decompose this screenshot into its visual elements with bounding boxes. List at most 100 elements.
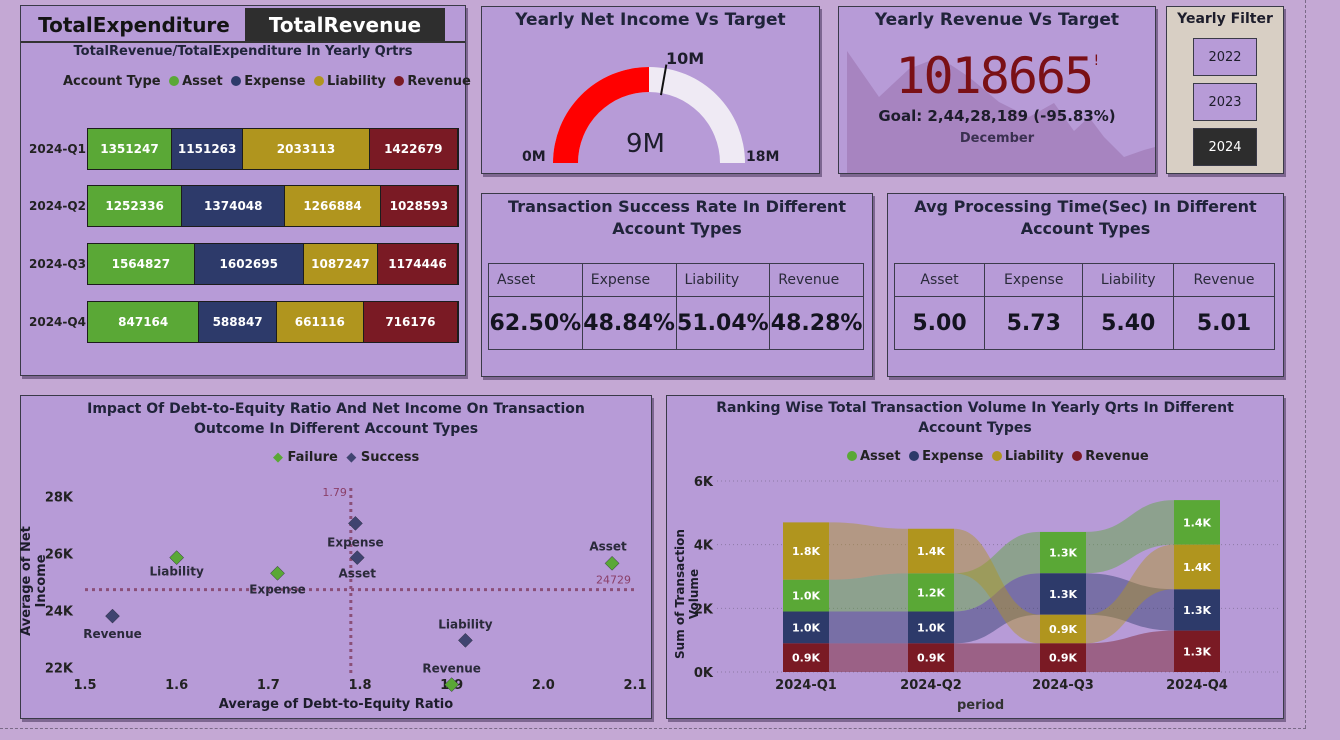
scatter-y-tick: 26K xyxy=(45,547,74,562)
revenue-kpi-goal: Goal: 2,44,28,189 (-95.83%) xyxy=(878,107,1116,125)
scatter-point-label: Expense xyxy=(327,535,384,549)
processing-value-revenue: 5.01 xyxy=(1173,296,1275,350)
year-2024-button[interactable]: 2024 xyxy=(1193,128,1257,166)
qtr-bar-segment-expense[interactable]: 588847 xyxy=(199,302,277,342)
debt-equity-scatter-card: Impact Of Debt-to-Equity Ratio And Net I… xyxy=(19,395,652,719)
year-2023-button[interactable]: 2023 xyxy=(1193,83,1257,121)
scatter-point-label: Expense xyxy=(249,582,306,596)
ribbon-data-label: 1.2K xyxy=(917,586,945,599)
qtr-bar-segment-liability[interactable]: 1087247 xyxy=(303,244,378,284)
ribbon-data-label: 1.3K xyxy=(1049,588,1077,601)
revenue-kpi-status-icon: ! xyxy=(1092,53,1101,69)
qtr-bar-segment-revenue[interactable]: 1174446 xyxy=(377,244,458,284)
qtr-chart-legend: Account Type Asset Expense Liability Rev… xyxy=(63,74,471,89)
processing-header-asset: Asset xyxy=(893,263,986,297)
scatter-point-failure[interactable] xyxy=(169,550,185,565)
qtr-bar-segment-revenue[interactable]: 1028593 xyxy=(380,186,458,226)
qtr-row-label: 2024-Q3 xyxy=(29,257,86,271)
qtr-bar-segment-asset[interactable]: 1252336 xyxy=(88,186,183,226)
qtr-bar-segment-revenue[interactable]: 1422679 xyxy=(369,129,458,169)
gauge-max-label: 18M xyxy=(746,149,780,165)
scatter-x-tick: 2.1 xyxy=(623,678,646,693)
ribbon-y-axis-label: Sum of Transaction Volume xyxy=(673,529,701,659)
ribbon-data-label: 0.9K xyxy=(792,652,820,665)
scatter-y-tick: 22K xyxy=(45,661,74,676)
revenue-kpi-month: December xyxy=(959,131,1035,146)
ribbon-connectors xyxy=(829,500,1174,672)
ribbon-x-tick: 2024-Q4 xyxy=(1166,678,1228,693)
processing-value-expense: 5.73 xyxy=(984,296,1084,350)
qtr-bar-segment-revenue[interactable]: 716176 xyxy=(363,302,458,342)
qtr-stacked-bar: 1252336 1374048 1266884 1028593 xyxy=(87,185,459,227)
tab-total-revenue[interactable]: TotalRevenue xyxy=(245,8,445,42)
ribbon-x-tick: 2024-Q2 xyxy=(900,678,962,693)
processing-time-card: Avg Processing Time(Sec) In Different Ac… xyxy=(887,193,1284,377)
scatter-x-tick: 1.8 xyxy=(348,678,371,693)
success-rate-card: Transaction Success Rate In Different Ac… xyxy=(481,193,873,377)
legend-dot-liability xyxy=(313,76,324,86)
year-2022-button[interactable]: 2022 xyxy=(1193,38,1257,76)
qtr-stacked-bar: 1351247 1151263 2033113 1422679 xyxy=(87,128,459,170)
success-value-liability: 51.04% xyxy=(675,296,771,350)
ribbon-data-label: 1.3K xyxy=(1183,645,1211,658)
ribbon-data-label: 1.0K xyxy=(792,590,820,603)
scatter-x-tick: 1.5 xyxy=(73,678,96,693)
legend-dot-asset xyxy=(169,76,180,86)
scatter-x-tick: 1.6 xyxy=(165,678,188,693)
ribbon-data-label: 1.4K xyxy=(1183,516,1211,529)
qtr-row-label: 2024-Q1 xyxy=(29,142,86,156)
scatter-point-label: Revenue xyxy=(83,627,142,641)
revenue-kpi-number: 1018665 xyxy=(895,47,1094,105)
scatter-point-success[interactable] xyxy=(458,633,473,648)
success-value-asset: 62.50% xyxy=(488,296,583,350)
ribbon-data-label: 1.4K xyxy=(917,545,945,558)
scatter-point-failure[interactable] xyxy=(270,565,285,581)
success-header-liability: Liability xyxy=(675,263,771,297)
net-income-gauge-card: Yearly Net Income Vs Target 10M 9M 0M 18… xyxy=(481,6,820,174)
tab-total-expenditure[interactable]: TotalExpenditure xyxy=(23,8,245,42)
ribbon-data-label: 1.8K xyxy=(792,545,820,558)
scatter-plot: 22K24K26K28K1.51.61.71.81.92.02.11.79247… xyxy=(45,486,647,693)
ribbon-flow-expense xyxy=(829,611,908,644)
page-border-right xyxy=(1305,0,1306,728)
scatter-point-success[interactable] xyxy=(105,608,120,624)
processing-header-revenue: Revenue xyxy=(1173,263,1275,297)
ribbon-chart: 0K2K4K6K1.0K 1.2K1.3K1.4K1.0K 1.0K1.3K1.3K… xyxy=(694,475,1279,693)
legend-dot-expense xyxy=(231,76,242,86)
transaction-volume-ribbon-card: Ranking Wise Total Transaction Volume In… xyxy=(666,395,1284,719)
scatter-x-axis-label: Average of Debt-to-Equity Ratio xyxy=(218,697,454,712)
ribbon-data-label: 1.3K xyxy=(1183,604,1211,617)
revenue-kpi-card: Yearly Revenue Vs Target 1018665! Goal: … xyxy=(838,6,1156,174)
qtr-bar-segment-expense[interactable]: 1374048 xyxy=(182,186,286,226)
qtr-bar-segment-liability[interactable]: 661116 xyxy=(276,302,364,342)
qtr-bar-segment-asset[interactable]: 1351247 xyxy=(88,129,172,169)
gauge-target-label: 10M xyxy=(666,49,705,68)
qtr-revenue-card: TotalExpenditure TotalRevenue TotalReven… xyxy=(20,5,471,376)
qtr-bar-segment-liability[interactable]: 2033113 xyxy=(243,129,370,169)
ribbon-data-label: 0.9K xyxy=(1049,652,1077,665)
scatter-point-label: Asset xyxy=(339,567,377,581)
qtr-bar-segment-asset[interactable]: 847164 xyxy=(88,302,200,342)
qtr-stacked-bar: 847164 588847 661116 716176 xyxy=(87,301,459,343)
legend-asset: Asset xyxy=(182,74,223,89)
scatter-point-failure[interactable] xyxy=(604,555,620,571)
qtr-bar-segment-expense[interactable]: 1602695 xyxy=(194,244,304,284)
qtr-bar-segment-expense[interactable]: 1151263 xyxy=(171,129,244,169)
success-header-expense: Expense xyxy=(581,263,677,297)
yearly-filter-title: Yearly Filter xyxy=(1177,11,1273,27)
processing-time-title: Avg Processing Time(Sec) In Different Ac… xyxy=(914,197,1257,238)
qtr-bar-segment-asset[interactable]: 1564827 xyxy=(88,244,195,284)
ribbon-data-label: 0.9K xyxy=(1049,623,1077,636)
legend-dot-revenue xyxy=(394,76,405,86)
ribbon-data-label: 1.0K xyxy=(917,621,945,634)
qtr-bar-segment-liability[interactable]: 1266884 xyxy=(285,186,381,226)
ribbon-x-tick: 2024-Q1 xyxy=(775,678,837,693)
legend-expense: Expense xyxy=(244,74,306,89)
gauge-value-label: 9M xyxy=(626,129,665,159)
ribbon-data-label: 1.4K xyxy=(1183,561,1211,574)
success-value-expense: 48.84% xyxy=(581,296,677,350)
processing-time-table: Asset Expense Liability Revenue 5.00 5.7… xyxy=(893,263,1275,350)
scatter-point-success[interactable] xyxy=(349,550,365,565)
qtr-row-label: 2024-Q4 xyxy=(29,315,86,329)
revenue-kpi-value: 1018665! xyxy=(839,47,1155,105)
